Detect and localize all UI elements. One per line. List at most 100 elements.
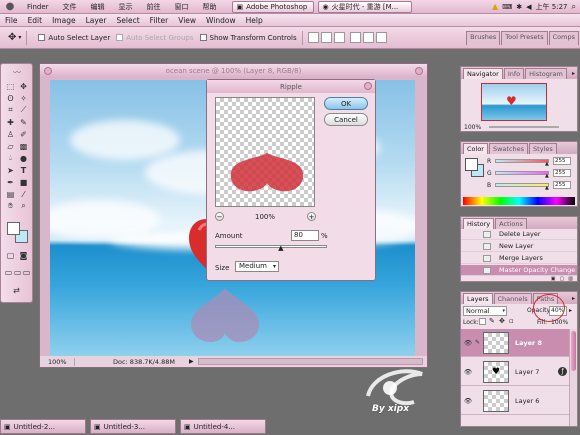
layer-row[interactable]: 👁︎ ♥ Layer 7 ƒ [461, 358, 569, 386]
ripple-preview[interactable] [215, 97, 315, 207]
blend-mode-dropdown[interactable]: Normal ▾ [463, 306, 507, 316]
spotlight-icon[interactable]: ⌕ [572, 2, 576, 12]
system-menu-help[interactable]: 帮助 [196, 2, 224, 12]
gradient-tool-icon[interactable]: ▩ [18, 141, 29, 151]
lock-move-icon[interactable]: ✥ [499, 317, 505, 325]
jump-to-imageready-icon[interactable]: ⇄ [11, 285, 22, 295]
history-item[interactable]: New Layer [461, 241, 577, 252]
system-menu-file[interactable]: 文件 [56, 2, 84, 12]
doc-size-info[interactable]: Doc: 838.7K/4.88M [113, 358, 175, 366]
layer-effects-icon[interactable]: ƒ [558, 367, 567, 376]
type-tool-icon[interactable]: T [18, 165, 29, 175]
preview-zoom-in-button[interactable]: + [307, 212, 316, 221]
minimized-document[interactable]: ▣ Untitled-4... [180, 419, 266, 434]
shape-tool-icon[interactable]: ■ [18, 177, 29, 187]
menu-image[interactable]: Image [47, 16, 81, 25]
menu-view[interactable]: View [173, 16, 201, 25]
color-channel-slider-thumb[interactable]: ▲ [545, 174, 549, 179]
system-menu-go[interactable]: 前往 [140, 2, 168, 12]
eyedropper-tool-icon[interactable]: ⁄ [18, 189, 29, 199]
tab-brushes[interactable]: Brushes [466, 30, 501, 45]
color-channel-value[interactable]: 255 [553, 181, 571, 189]
task-browser[interactable]: ◉ 火星时代 - 重游 [M... [317, 1, 412, 13]
blur-tool-icon[interactable]: 💧︎ [5, 153, 16, 163]
lasso-tool-icon[interactable]: ʘ [5, 93, 16, 103]
color-channel-slider[interactable] [495, 183, 549, 187]
magic-wand-tool-icon[interactable]: ✧ [18, 93, 29, 103]
move-tool-icon[interactable]: ✥ [18, 81, 29, 91]
layer-row[interactable]: 👁︎ ✎ Layer 8 [461, 329, 569, 357]
lock-brush-icon[interactable]: ✎ [489, 317, 495, 325]
menu-filter[interactable]: Filter [145, 16, 174, 25]
lock-transparency-icon[interactable] [479, 318, 486, 325]
eye-icon[interactable]: 👁︎ [461, 339, 475, 347]
trash-icon[interactable]: ▥ [568, 276, 573, 282]
new-document-icon[interactable]: ▣ [551, 276, 556, 282]
layers-scrollbar[interactable] [569, 329, 577, 426]
navigator-zoom-slider[interactable] [489, 126, 559, 128]
dodge-tool-icon[interactable]: ● [18, 153, 29, 163]
history-brush-tool-icon[interactable]: ✐ [18, 129, 29, 139]
lock-all-icon[interactable]: ▫ [509, 317, 514, 325]
align-left-icon[interactable] [349, 32, 361, 43]
fill-value[interactable]: 100% [551, 319, 568, 326]
color-channel-slider[interactable] [495, 159, 549, 163]
preview-zoom-out-button[interactable]: − [215, 212, 224, 221]
menu-window[interactable]: Window [201, 16, 241, 25]
align-center-icon[interactable] [362, 32, 374, 43]
zoom-tool-icon[interactable]: ⌕ [18, 201, 29, 211]
align-right-icon[interactable] [375, 32, 387, 43]
eye-icon[interactable]: 👁︎ [461, 397, 475, 405]
tab-styles[interactable]: Styles [529, 143, 557, 154]
minimized-document[interactable]: ▣ Untitled-3... [90, 419, 176, 434]
color-foreground-swatch[interactable] [465, 158, 478, 171]
tab-info[interactable]: Info [503, 68, 525, 79]
volume-icon[interactable]: ◀ [526, 3, 531, 11]
panel-menu-icon[interactable]: ▸ [572, 295, 575, 302]
input-method-icon[interactable]: ⌨ [502, 3, 512, 11]
tab-color[interactable]: Color [463, 143, 488, 154]
apple-icon[interactable]: ● [0, 1, 20, 12]
navigator-thumbnail[interactable]: ♥ [481, 83, 547, 121]
tab-histogram[interactable]: Histogram [525, 68, 567, 79]
notes-tool-icon[interactable]: ▤ [5, 189, 16, 199]
menu-edit[interactable]: Edit [23, 16, 48, 25]
system-menu-view[interactable]: 显示 [112, 2, 140, 12]
screen-mode-full-icon[interactable]: ▭ [21, 267, 32, 277]
tab-history[interactable]: History [463, 218, 495, 229]
brush-link-icon[interactable]: ✎ [475, 339, 483, 346]
cancel-button[interactable]: Cancel [324, 113, 368, 126]
quick-mask-mode-icon[interactable]: ◙ [18, 250, 29, 260]
menu-help[interactable]: Help [241, 16, 268, 25]
document-title-bar[interactable]: ocean scene @ 100% (Layer 8, RGB/8) [40, 64, 427, 78]
bluetooth-icon[interactable]: ✱ [516, 3, 522, 11]
eye-icon[interactable]: 👁︎ [461, 368, 475, 376]
new-snapshot-icon[interactable]: ▢ [560, 276, 565, 282]
tab-tool-presets[interactable]: Tool Presets [501, 30, 548, 45]
history-item-selected[interactable]: Master Opacity Change [461, 265, 577, 276]
status-menu-arrow-icon[interactable]: ▶ [189, 358, 194, 365]
color-channel-slider[interactable] [495, 171, 549, 175]
tool-preset-dropdown-icon[interactable]: ▾ [18, 34, 21, 41]
menu-select[interactable]: Select [112, 16, 145, 25]
zoom-window-icon[interactable] [415, 67, 423, 75]
scroll-thumb[interactable] [571, 331, 576, 371]
amount-field[interactable]: 80 [291, 230, 319, 241]
clone-stamp-tool-icon[interactable]: ♙ [5, 129, 16, 139]
healing-brush-tool-icon[interactable]: ✚ [5, 117, 16, 127]
system-menu-edit[interactable]: 编辑 [84, 2, 112, 12]
ripple-title-bar[interactable]: Ripple [207, 80, 375, 93]
navigator-zoom[interactable]: 100% [464, 124, 481, 131]
hand-tool-icon[interactable]: ✋︎ [5, 201, 16, 211]
align-bottom-icon[interactable] [333, 32, 345, 43]
ok-button[interactable]: OK [324, 97, 368, 110]
tab-comps[interactable]: Comps [548, 30, 579, 45]
color-channel-value[interactable]: 255 [553, 157, 571, 165]
menu-layer[interactable]: Layer [81, 16, 112, 25]
show-transform-controls-checkbox[interactable] [199, 34, 207, 41]
tab-layers[interactable]: Layers [463, 293, 493, 304]
path-selection-tool-icon[interactable]: ➤ [5, 165, 16, 175]
close-window-icon[interactable] [44, 67, 52, 75]
warning-icon[interactable]: ▲ [492, 2, 498, 11]
pen-tool-icon[interactable]: ✒ [5, 177, 16, 187]
